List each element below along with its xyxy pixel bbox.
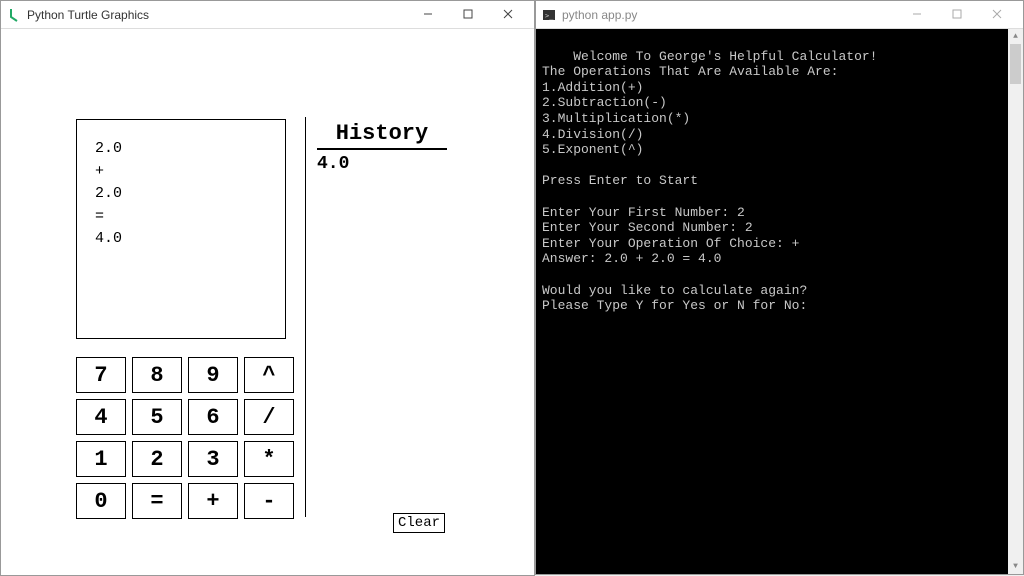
- history-entry: 4.0: [317, 150, 447, 174]
- key-8[interactable]: 8: [132, 357, 182, 393]
- maximize-button[interactable]: [937, 0, 977, 28]
- key-equals[interactable]: =: [132, 483, 182, 519]
- key-1[interactable]: 1: [76, 441, 126, 477]
- key-plus[interactable]: +: [188, 483, 238, 519]
- console-scrollbar[interactable]: ▲ ▼: [1008, 29, 1023, 574]
- console-output[interactable]: Welcome To George's Helpful Calculator! …: [536, 29, 1023, 574]
- minimize-button[interactable]: [897, 0, 937, 28]
- history-title: History: [317, 121, 447, 150]
- turtle-window-title: Python Turtle Graphics: [27, 8, 149, 22]
- key-minus[interactable]: -: [244, 483, 294, 519]
- key-7[interactable]: 7: [76, 357, 126, 393]
- vertical-divider: [305, 117, 306, 517]
- turtle-canvas: 2.0 + 2.0 = 4.0 7 8 9 ^ 4 5 6 / 1 2 3 * …: [1, 29, 534, 575]
- calculator-display: 2.0 + 2.0 = 4.0: [76, 119, 286, 339]
- key-5[interactable]: 5: [132, 399, 182, 435]
- minimize-button[interactable]: [408, 0, 448, 28]
- key-9[interactable]: 9: [188, 357, 238, 393]
- console-window-title: python app.py: [562, 8, 637, 22]
- scroll-track[interactable]: [1008, 44, 1023, 559]
- svg-text:>_: >_: [545, 12, 554, 20]
- turtle-app-icon: [7, 8, 21, 22]
- turtle-titlebar[interactable]: Python Turtle Graphics: [1, 1, 534, 29]
- console-window: >_ python app.py Welcome To George's Hel…: [535, 0, 1024, 575]
- key-0[interactable]: 0: [76, 483, 126, 519]
- close-button[interactable]: [977, 0, 1017, 28]
- close-button[interactable]: [488, 0, 528, 28]
- console-app-icon: >_: [542, 8, 556, 22]
- key-2[interactable]: 2: [132, 441, 182, 477]
- console-text: Welcome To George's Helpful Calculator! …: [542, 49, 877, 314]
- key-multiply[interactable]: *: [244, 441, 294, 477]
- key-6[interactable]: 6: [188, 399, 238, 435]
- key-divide[interactable]: /: [244, 399, 294, 435]
- clear-button[interactable]: Clear: [393, 513, 445, 533]
- turtle-window: Python Turtle Graphics 2.0 + 2.0 = 4.0 7…: [0, 0, 535, 576]
- console-titlebar[interactable]: >_ python app.py: [536, 1, 1023, 29]
- scroll-up-icon[interactable]: ▲: [1008, 29, 1023, 44]
- key-3[interactable]: 3: [188, 441, 238, 477]
- key-4[interactable]: 4: [76, 399, 126, 435]
- scroll-thumb[interactable]: [1010, 44, 1021, 84]
- history-panel: History 4.0: [317, 121, 447, 174]
- key-exponent[interactable]: ^: [244, 357, 294, 393]
- maximize-button[interactable]: [448, 0, 488, 28]
- calculator-body: 2.0 + 2.0 = 4.0 7 8 9 ^ 4 5 6 / 1 2 3 * …: [76, 119, 296, 519]
- calculator-keypad: 7 8 9 ^ 4 5 6 / 1 2 3 * 0 = + -: [76, 357, 296, 519]
- scroll-down-icon[interactable]: ▼: [1008, 559, 1023, 574]
